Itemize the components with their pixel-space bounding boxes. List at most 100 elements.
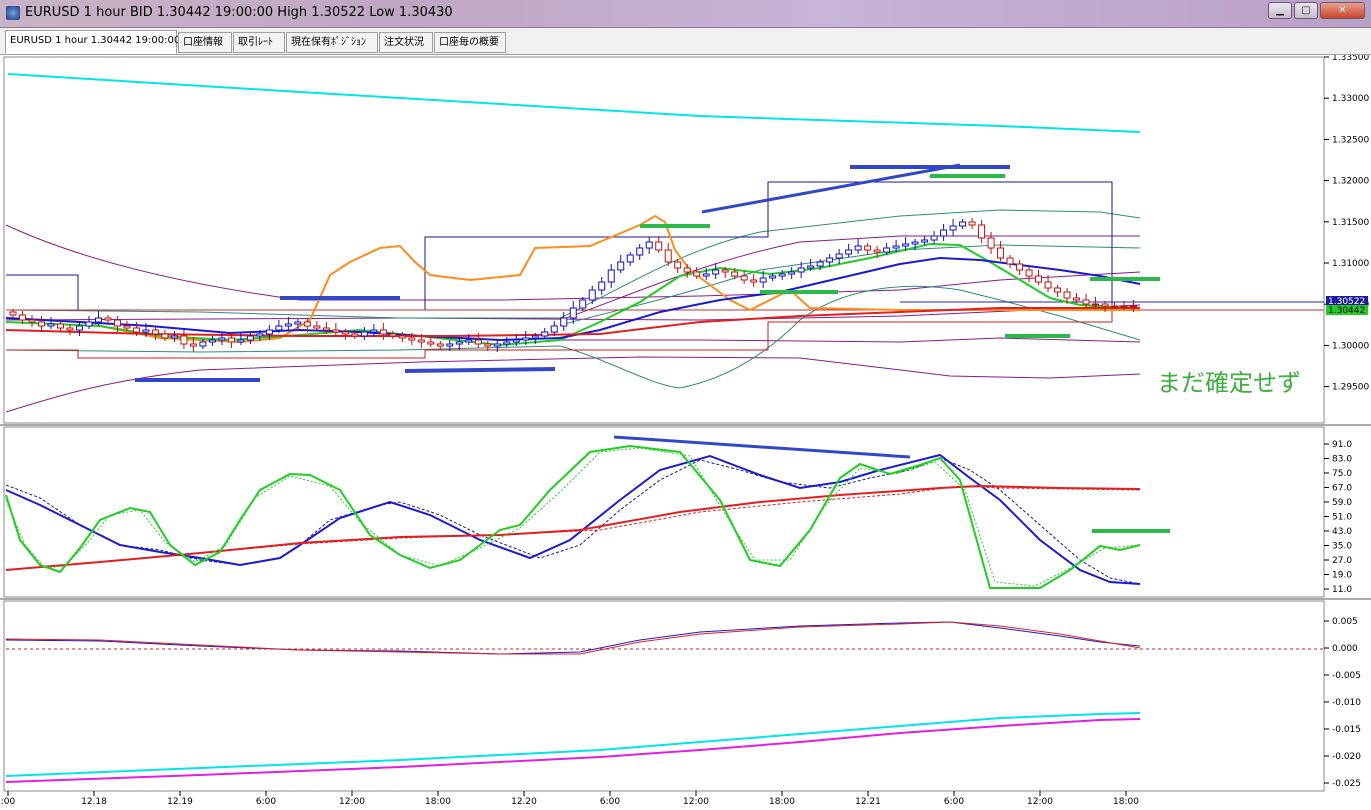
candle-body [835, 253, 843, 259]
candle-body [807, 265, 815, 269]
candle-body [265, 329, 273, 335]
candle-body [845, 249, 853, 255]
candle-body [474, 339, 482, 345]
candle-body [246, 335, 254, 341]
candle-body [1073, 297, 1081, 301]
candle-body [237, 339, 245, 343]
candle-body [398, 335, 406, 339]
price-tick-label: 1.32500 [1332, 135, 1369, 145]
candle-body [531, 335, 539, 339]
time-tick-label: 18:00 [425, 797, 451, 807]
price-tick-label: 1.31500 [1332, 218, 1369, 228]
candle-body [664, 249, 672, 263]
candle-body [541, 331, 549, 337]
candle-body [351, 333, 359, 337]
candle-body [313, 325, 321, 329]
candle-body [626, 254, 634, 263]
candle-body [332, 329, 340, 333]
close-button[interactable]: ✕ [1320, 2, 1365, 19]
macd-tick-label: 0.005 [1332, 617, 1358, 627]
candle-body [389, 333, 397, 337]
candle-body [655, 241, 663, 251]
price-tick-label: 1.33000 [1332, 94, 1369, 104]
candle-body [142, 329, 150, 333]
osc-tick-label: 91.0 [1332, 440, 1352, 450]
tab-open-positions[interactable]: 現在保有ﾎﾟｼﾞｼｮﾝ [286, 32, 378, 53]
macd-tick-label: -0.020 [1332, 752, 1361, 762]
macd-tick-label: -0.010 [1332, 698, 1361, 708]
chart-area[interactable]: まだ確定せず 1.33500 1.33000 1.32500 1.32000 1.315… [0, 53, 1371, 810]
candle-body [436, 343, 444, 347]
candle-body [132, 327, 140, 333]
candle-body [968, 221, 976, 226]
oscillator-panel[interactable] [3, 426, 1325, 598]
candle-body [588, 289, 596, 301]
price-tick-label: 1.29500 [1332, 383, 1369, 393]
support-mark [404, 367, 556, 373]
candle-body [408, 337, 416, 341]
candle-body [873, 249, 881, 253]
candle-body [759, 277, 767, 283]
candle-body [598, 281, 606, 291]
candle-body [892, 245, 900, 249]
minimize-button[interactable]: ▁ [1268, 2, 1292, 19]
time-tick-label: 12.21 [855, 797, 881, 807]
time-tick-label: 18:00 [769, 797, 795, 807]
candle-body [370, 329, 378, 333]
osc-tick-label: 59.0 [1332, 498, 1352, 508]
candle-body [446, 343, 454, 347]
time-tick-label: 12:00 [683, 797, 709, 807]
candle-body [18, 314, 26, 321]
candle-body [1063, 291, 1071, 299]
candle-body [683, 267, 691, 273]
osc-tick-label: 11.0 [1332, 585, 1352, 595]
time-tick-label: 6:00 [944, 797, 964, 807]
window-title: EURUSD 1 hour BID 1.30442 19:00:00 High … [25, 5, 453, 20]
price-tick-label: 1.31000 [1332, 259, 1369, 269]
macd-axis: 0.005 0.000 -0.005 -0.010 -0.015 -0.020 -0.025 [1324, 617, 1361, 789]
candle-body [645, 241, 653, 249]
candle-body [1120, 305, 1128, 308]
oscillator-axis: 91.0 83.0 75.0 67.0 59.0 51.0 43.0 35.0 27.0 19.0… [1324, 440, 1352, 595]
candle-body [47, 323, 55, 327]
candle-body [161, 333, 169, 339]
main-price-panel[interactable] [3, 56, 1325, 424]
candle-body [379, 329, 387, 335]
tab-trade-rates[interactable]: 取引ﾚｰﾄ [233, 32, 285, 53]
time-tick-label: 12.20 [511, 797, 537, 807]
candle-body [636, 247, 644, 256]
price-axis: 1.33500 1.33000 1.32500 1.32000 1.31500 1.310… [1324, 53, 1369, 393]
candle-body [911, 241, 919, 245]
candle-body [854, 245, 862, 251]
time-tick-label: 12:00 [1027, 797, 1053, 807]
candle-body [427, 341, 435, 345]
candle-body [769, 275, 777, 279]
tab-account-info[interactable]: 口座情報 [178, 32, 232, 53]
time-tick-label: 6:00 [600, 797, 620, 807]
tab-chart-eurusd[interactable]: EURUSD 1 hour 1.30442 19:00:00 [5, 30, 180, 54]
candle-body [522, 337, 530, 341]
candle-body [1082, 299, 1090, 305]
tab-order-status[interactable]: 注文状況 [379, 32, 433, 53]
candle-body [940, 229, 948, 237]
macd-panel[interactable] [3, 600, 1325, 792]
candle-body [303, 321, 311, 327]
osc-tick-label: 83.0 [1332, 455, 1352, 465]
candle-body [360, 331, 368, 337]
candle-body [199, 341, 207, 347]
maximize-button[interactable]: ▢ [1294, 2, 1318, 19]
time-tick-label: 12:00 [339, 797, 365, 807]
osc-tick-label: 67.0 [1332, 484, 1352, 494]
candle-body [740, 275, 748, 281]
osc-tick-label: 43.0 [1332, 527, 1352, 537]
candle-body [978, 224, 986, 239]
candle-body [607, 269, 615, 283]
candle-body [1006, 257, 1014, 265]
annotation-text: まだ確定せず [1157, 369, 1301, 397]
candle-body [322, 327, 330, 331]
candle-body [826, 257, 834, 263]
candle-body [493, 343, 501, 347]
tab-account-summary[interactable]: 口座毎の概要 [434, 32, 506, 53]
candle-body [816, 261, 824, 267]
candle-body [151, 329, 159, 335]
